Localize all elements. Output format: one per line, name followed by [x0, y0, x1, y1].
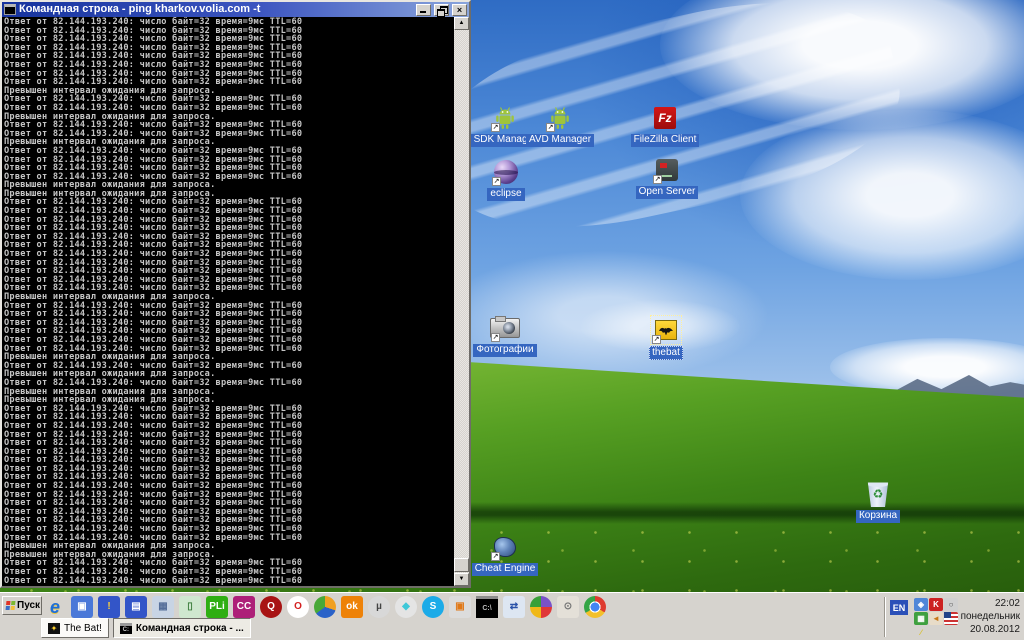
window-titlebar[interactable]: Командная строка - ping kharkov.volia.co…	[2, 2, 469, 17]
language-indicator[interactable]: EN	[890, 600, 908, 615]
minimize-button[interactable]	[416, 4, 431, 16]
camera-icon: ↗	[490, 314, 520, 342]
desktop-icon-label: FileZilla Client	[631, 134, 700, 147]
ql-sims[interactable]: ◆	[395, 596, 417, 618]
cheat-engine-icon: ↗	[490, 533, 520, 561]
tray-messenger[interactable]: ◈	[914, 598, 928, 611]
tray-scheduler[interactable]: ○	[944, 598, 958, 611]
tray-wand[interactable]: ∕	[914, 626, 928, 639]
taskbar-button-thebat[interactable]: ✦ The Bat!	[41, 618, 109, 638]
start-button-label: Пуск	[17, 600, 40, 611]
ql-chrome[interactable]	[584, 596, 606, 618]
taskbar-button-cmd[interactable]: C: Командная строка - ...	[113, 618, 251, 638]
clock-weekday: понедельник	[958, 610, 1020, 623]
window-title: Командная строка - ping kharkov.volia.co…	[19, 3, 413, 16]
clock-date: 20.08.2012	[958, 623, 1020, 636]
ql-network-computers[interactable]: ⇄	[503, 596, 525, 618]
clock[interactable]: 22:02 понедельник 20.08.2012	[958, 597, 1020, 636]
desktop-icon-label: thebat	[649, 346, 683, 360]
tray-antivirus[interactable]: K	[929, 598, 943, 611]
console-line: Ответ от 82.144.193.240: число байт=32 в…	[4, 577, 454, 586]
start-button[interactable]: Пуск	[2, 596, 42, 615]
ql-qip[interactable]: Q	[260, 596, 282, 618]
desktop-icon-cheat-engine[interactable]: ↗ Cheat Engine	[467, 533, 543, 576]
desktop-icon-recycle-bin[interactable]: ♻ Корзина	[840, 480, 916, 523]
desktop-icon-photos[interactable]: ↗ Фотографии	[467, 314, 543, 357]
shortcut-arrow-icon: ↗	[653, 175, 662, 184]
desktop-icon-label: Open Server	[636, 186, 699, 199]
desktop-icon-label: AVD Manager	[526, 134, 594, 147]
shortcut-arrow-icon: ↗	[491, 123, 500, 132]
scroll-down-button[interactable]: ▼	[454, 573, 469, 586]
ql-odnoklassniki[interactable]: ok	[341, 596, 363, 618]
windows-flag-icon	[6, 601, 16, 610]
shortcut-arrow-icon: ↗	[491, 552, 500, 561]
ql-floppy-warning[interactable]: !	[98, 596, 120, 618]
ql-utorrent[interactable]: µ	[368, 596, 390, 618]
shortcut-arrow-icon: ↗	[491, 333, 500, 342]
ql-globe-ball[interactable]	[314, 596, 336, 618]
eclipse-icon: ↗	[491, 158, 521, 186]
thebat-icon: ↗	[651, 316, 681, 344]
task-button-label: Командная строка - ...	[136, 623, 244, 634]
ql-skype[interactable]: S	[422, 596, 444, 618]
close-button[interactable]: ×	[452, 4, 467, 16]
ql-phone-gadget[interactable]: ▯	[179, 596, 201, 618]
android-icon: ↗	[490, 104, 520, 132]
tray-network-card[interactable]: ▦	[914, 612, 928, 625]
ql-vmware[interactable]: ▣	[449, 596, 471, 618]
shortcut-arrow-icon: ↗	[492, 177, 501, 186]
console-output[interactable]: Ответ от 82.144.193.240: число байт=32 в…	[2, 17, 454, 586]
desktop-icon-label: Корзина	[856, 510, 900, 523]
desktop-icon-avd-manager[interactable]: ↗ AVD Manager	[522, 104, 598, 147]
ql-pli[interactable]: PLi	[206, 596, 228, 618]
ql-floppy[interactable]: ▤	[125, 596, 147, 618]
ql-ubf-search[interactable]: ⊙	[557, 596, 579, 618]
ql-picasa[interactable]	[530, 596, 552, 618]
restore-button[interactable]	[434, 4, 449, 16]
ql-calculator[interactable]: ▦	[152, 596, 174, 618]
desktop: ↗ SDK Manager ↗ AVD Manager Fz FileZilla…	[0, 0, 1024, 640]
open-server-icon: ↗	[652, 156, 682, 184]
scrollbar[interactable]: ▲ ▼	[454, 17, 469, 586]
recycle-bin-icon: ♻	[863, 480, 893, 508]
command-prompt-window: Командная строка - ping kharkov.volia.co…	[0, 0, 471, 588]
desktop-icon-label: Фотографии	[473, 344, 536, 357]
shortcut-arrow-icon: ↗	[546, 123, 555, 132]
quick-launch-bar: e▣!▤▦▯PLiCCQOokµ◆S▣C:\⇄⊙	[44, 595, 606, 619]
desktop-icon-filezilla[interactable]: Fz FileZilla Client	[627, 104, 703, 147]
ql-cc-club[interactable]: CC	[233, 596, 255, 618]
ql-opera[interactable]: O	[287, 596, 309, 618]
android-icon: ↗	[545, 104, 575, 132]
taskbar: Пуск e▣!▤▦▯PLiCCQOokµ◆S▣C:\⇄⊙ ✦ The Bat!…	[0, 592, 1024, 640]
desktop-icon-eclipse[interactable]: ↗ eclipse	[468, 158, 544, 201]
task-buttons: ✦ The Bat! C: Командная строка - ...	[41, 618, 251, 638]
cmd-icon	[4, 4, 16, 15]
scrollbar-track[interactable]	[454, 30, 469, 573]
tray-volume[interactable]: ◄	[929, 612, 943, 625]
ql-internet-explorer[interactable]: e	[44, 596, 66, 618]
scrollbar-thumb[interactable]	[454, 558, 469, 572]
thebat-icon: ✦	[48, 623, 60, 634]
tray-us-flag[interactable]	[944, 612, 958, 625]
clock-time: 22:02	[958, 597, 1020, 610]
desktop-icon-label: eclipse	[487, 188, 524, 201]
scroll-up-button[interactable]: ▲	[454, 17, 469, 30]
desktop-icon-open-server[interactable]: ↗ Open Server	[629, 156, 705, 199]
tray-icons: ◈K○ ▦◄∕	[914, 598, 961, 639]
task-button-label: The Bat!	[64, 623, 102, 634]
desktop-icon-thebat[interactable]: ↗ thebat	[628, 316, 704, 360]
ql-mail-window[interactable]: ▣	[71, 596, 93, 618]
desktop-icon-label: Cheat Engine	[472, 563, 539, 576]
ql-cmd[interactable]: C:\	[476, 596, 498, 618]
filezilla-icon: Fz	[650, 104, 680, 132]
tray-separator	[884, 597, 886, 637]
cmd-icon: C:	[120, 623, 132, 634]
shortcut-arrow-icon: ↗	[652, 335, 661, 344]
